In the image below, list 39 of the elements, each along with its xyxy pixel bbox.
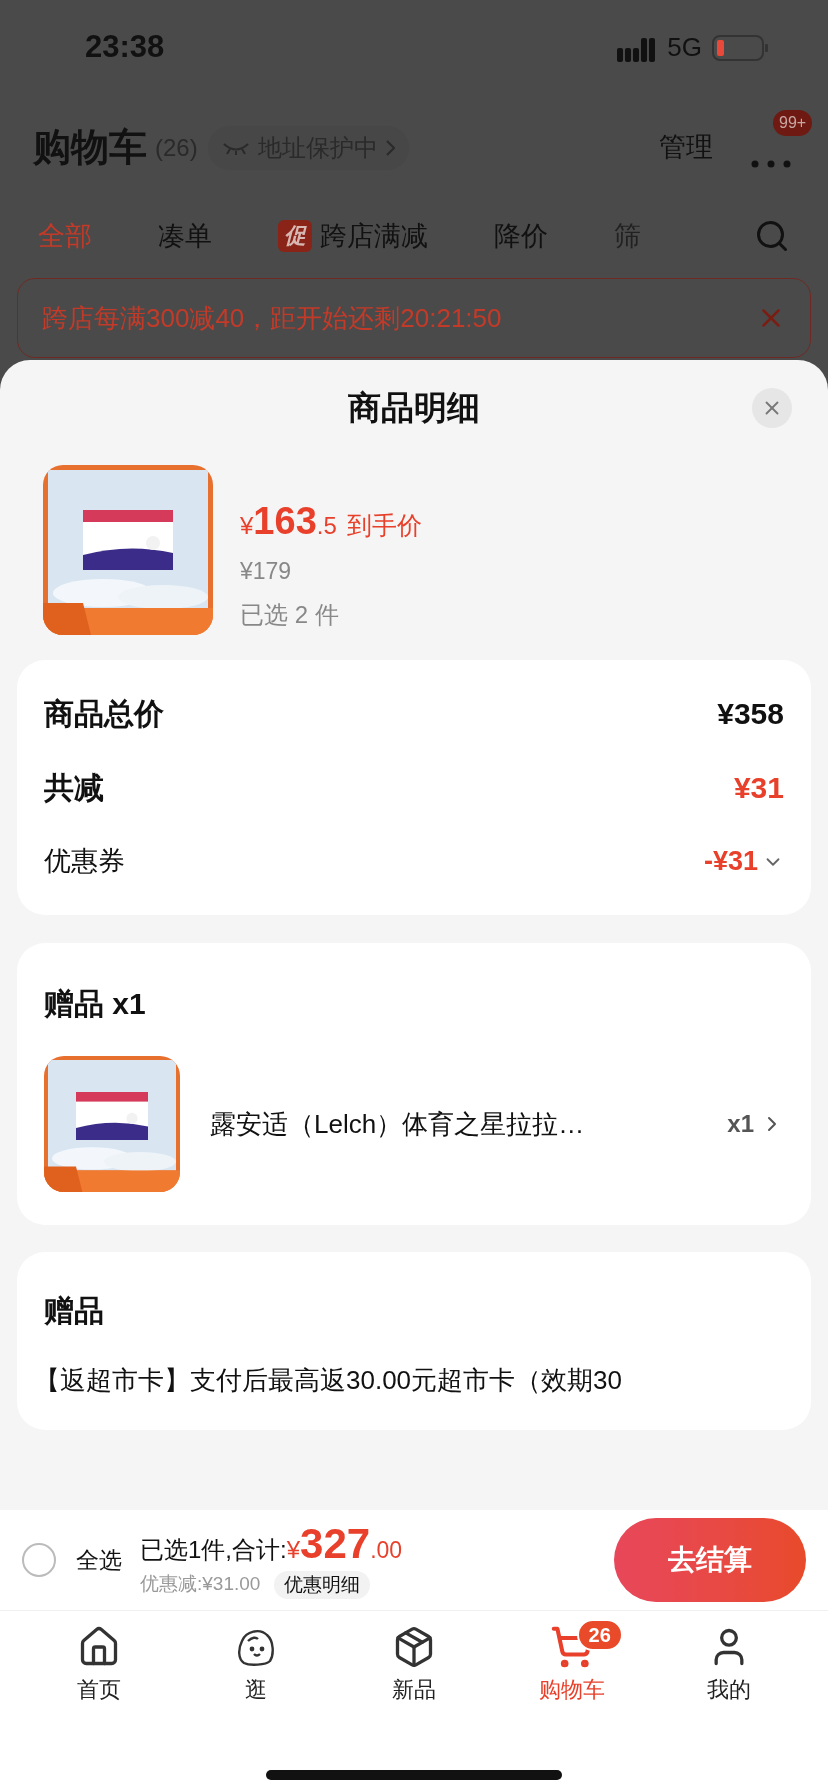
discount-text: 优惠减:¥31.00 xyxy=(140,1572,261,1597)
battery-icon xyxy=(712,34,768,61)
selected-count: 已选 2 件 xyxy=(240,599,340,630)
nav-tab[interactable]: 我的 xyxy=(674,1625,785,1706)
sheet-title: 商品明细 xyxy=(348,387,480,428)
summary-value: ¥358 xyxy=(717,696,784,732)
nav-tab[interactable]: 逛 xyxy=(201,1625,312,1706)
checkout-button[interactable]: 去结算 xyxy=(614,1518,806,1602)
gift-note-title: 赠品 xyxy=(44,1293,105,1329)
summary-value: -¥31 xyxy=(703,845,758,879)
summary-label: 优惠券 xyxy=(44,845,125,879)
gift-name[interactable]: 露安适（Lelch）体育之星拉拉… xyxy=(210,1104,585,1144)
nav-tab[interactable]: 新品 xyxy=(359,1625,469,1706)
summary-label: 共减 xyxy=(44,770,104,806)
close-button[interactable] xyxy=(752,388,792,428)
chevron-right-icon xyxy=(385,139,395,156)
discount-detail-link[interactable]: 优惠明细 xyxy=(274,1570,371,1599)
summary-value: ¥31 xyxy=(733,770,784,806)
closed-eye-icon xyxy=(221,140,250,155)
more-icon[interactable] xyxy=(751,159,791,168)
page-title: 购物车 xyxy=(33,125,147,170)
summary-label: 商品总价 xyxy=(44,696,164,732)
gift-note-text: 【返超市卡】支付后最高返30.00元超市卡（效期30 xyxy=(34,1364,623,1397)
promo-tag: 促 xyxy=(278,220,312,252)
gift-quantity: x1 xyxy=(727,1109,754,1139)
notification-badge: 99+ xyxy=(773,109,813,136)
select-all-label[interactable]: 全选 xyxy=(76,1542,122,1578)
total-summary: 已选1件,合计:¥327.00 xyxy=(140,1521,403,1569)
search-icon[interactable] xyxy=(754,218,790,254)
promo-text: 跨店每满300减40，距开始还剩20:21:50 xyxy=(42,301,502,335)
gift-title: 赠品 x1 xyxy=(44,986,147,1022)
cart-badge: 26 xyxy=(576,1619,623,1651)
status-time: 23:38 xyxy=(85,28,165,67)
select-all-checkbox[interactable] xyxy=(22,1543,56,1577)
original-price: ¥179 xyxy=(240,557,293,586)
network-label: 5G xyxy=(667,31,702,64)
nav-tab[interactable]: 首页 xyxy=(43,1625,154,1706)
filter-tab[interactable]: 促 跨店满减 xyxy=(278,215,428,257)
final-price: ¥163.5 到手价 xyxy=(240,499,422,544)
